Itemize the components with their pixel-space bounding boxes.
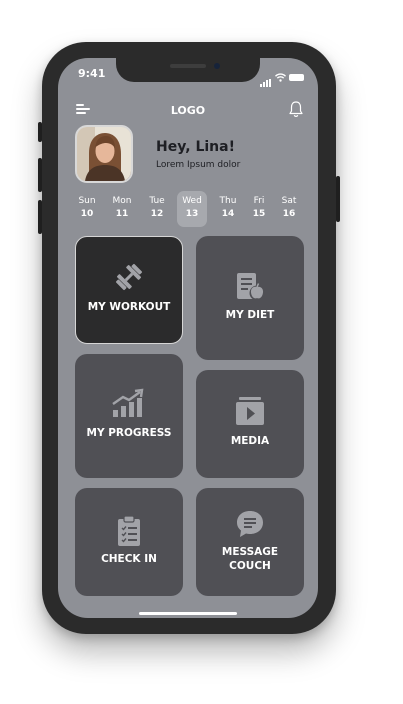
card-label: MY WORKOUT <box>87 301 171 313</box>
day-name: Mon <box>112 196 132 206</box>
greeting-subtitle: Lorem Ipsum dolor <box>156 160 241 170</box>
home-indicator[interactable] <box>139 612 237 615</box>
day-date: 12 <box>150 209 164 219</box>
battery-icon <box>289 74 304 81</box>
phone-power-button <box>336 176 340 222</box>
status-time: 9:41 <box>78 67 106 80</box>
day-mon[interactable]: Mon 11 <box>107 191 137 227</box>
status-icons <box>260 68 304 87</box>
bell-icon[interactable] <box>288 100 304 118</box>
my-diet-card[interactable]: MY DIET <box>196 236 304 360</box>
day-name: Fri <box>253 196 265 206</box>
day-tue[interactable]: Tue 12 <box>142 191 172 227</box>
my-progress-card[interactable]: MY PROGRESS <box>75 354 183 478</box>
day-sat[interactable]: Sat 16 <box>274 191 304 227</box>
app-screen: 9:41 LOGO Hey, Lina! Lorem Ipsum dolor S… <box>58 58 318 618</box>
avatar-photo <box>77 127 131 181</box>
day-wed[interactable]: Wed 13 <box>177 191 207 227</box>
day-date: 11 <box>115 209 129 219</box>
message-couch-card[interactable]: MESSAGE COUCH <box>196 488 304 596</box>
avatar[interactable] <box>75 125 133 183</box>
signal-icon <box>260 68 272 87</box>
check-in-card[interactable]: CHECK IN <box>75 488 183 596</box>
day-date: 16 <box>282 209 296 219</box>
notch <box>116 58 260 82</box>
card-label-line1: MESSAGE <box>221 546 279 558</box>
day-date: 13 <box>185 209 199 219</box>
media-card[interactable]: MEDIA <box>196 370 304 478</box>
day-name: Sat <box>281 196 297 206</box>
week-day-selector: Sun 10 Mon 11 Tue 12 Wed 13 Thu 14 Fri 1… <box>72 191 304 229</box>
phone-silent-switch <box>38 122 42 142</box>
day-name: Sun <box>78 196 96 206</box>
clipboard-icon <box>118 515 140 546</box>
media-play-icon <box>236 397 264 425</box>
day-date: 14 <box>221 209 235 219</box>
day-name: Tue <box>149 196 165 206</box>
phone-volume-up <box>38 158 42 192</box>
dumbbell-icon <box>115 263 143 291</box>
day-sun[interactable]: Sun 10 <box>72 191 102 227</box>
card-label: MEDIA <box>230 435 270 447</box>
greeting-title: Hey, Lina! <box>156 139 235 155</box>
day-name: Wed <box>182 196 202 206</box>
day-name: Thu <box>219 196 237 206</box>
card-label: MY DIET <box>225 309 275 321</box>
speaker <box>170 64 206 68</box>
card-label: CHECK IN <box>101 553 157 565</box>
phone-volume-down <box>38 200 42 234</box>
front-camera <box>214 63 220 69</box>
wifi-icon <box>275 73 286 82</box>
diet-icon <box>237 273 265 301</box>
card-label: MY PROGRESS <box>86 427 172 439</box>
app-logo: LOGO <box>170 104 206 117</box>
chat-icon <box>237 511 263 537</box>
day-date: 15 <box>252 209 266 219</box>
card-label-line2: COUCH <box>229 560 271 572</box>
day-date: 10 <box>80 209 94 219</box>
progress-chart-icon <box>112 388 144 417</box>
day-fri[interactable]: Fri 15 <box>244 191 274 227</box>
my-workout-card[interactable]: MY WORKOUT <box>75 236 183 344</box>
top-bar: LOGO <box>58 100 318 124</box>
day-thu[interactable]: Thu 14 <box>213 191 243 227</box>
